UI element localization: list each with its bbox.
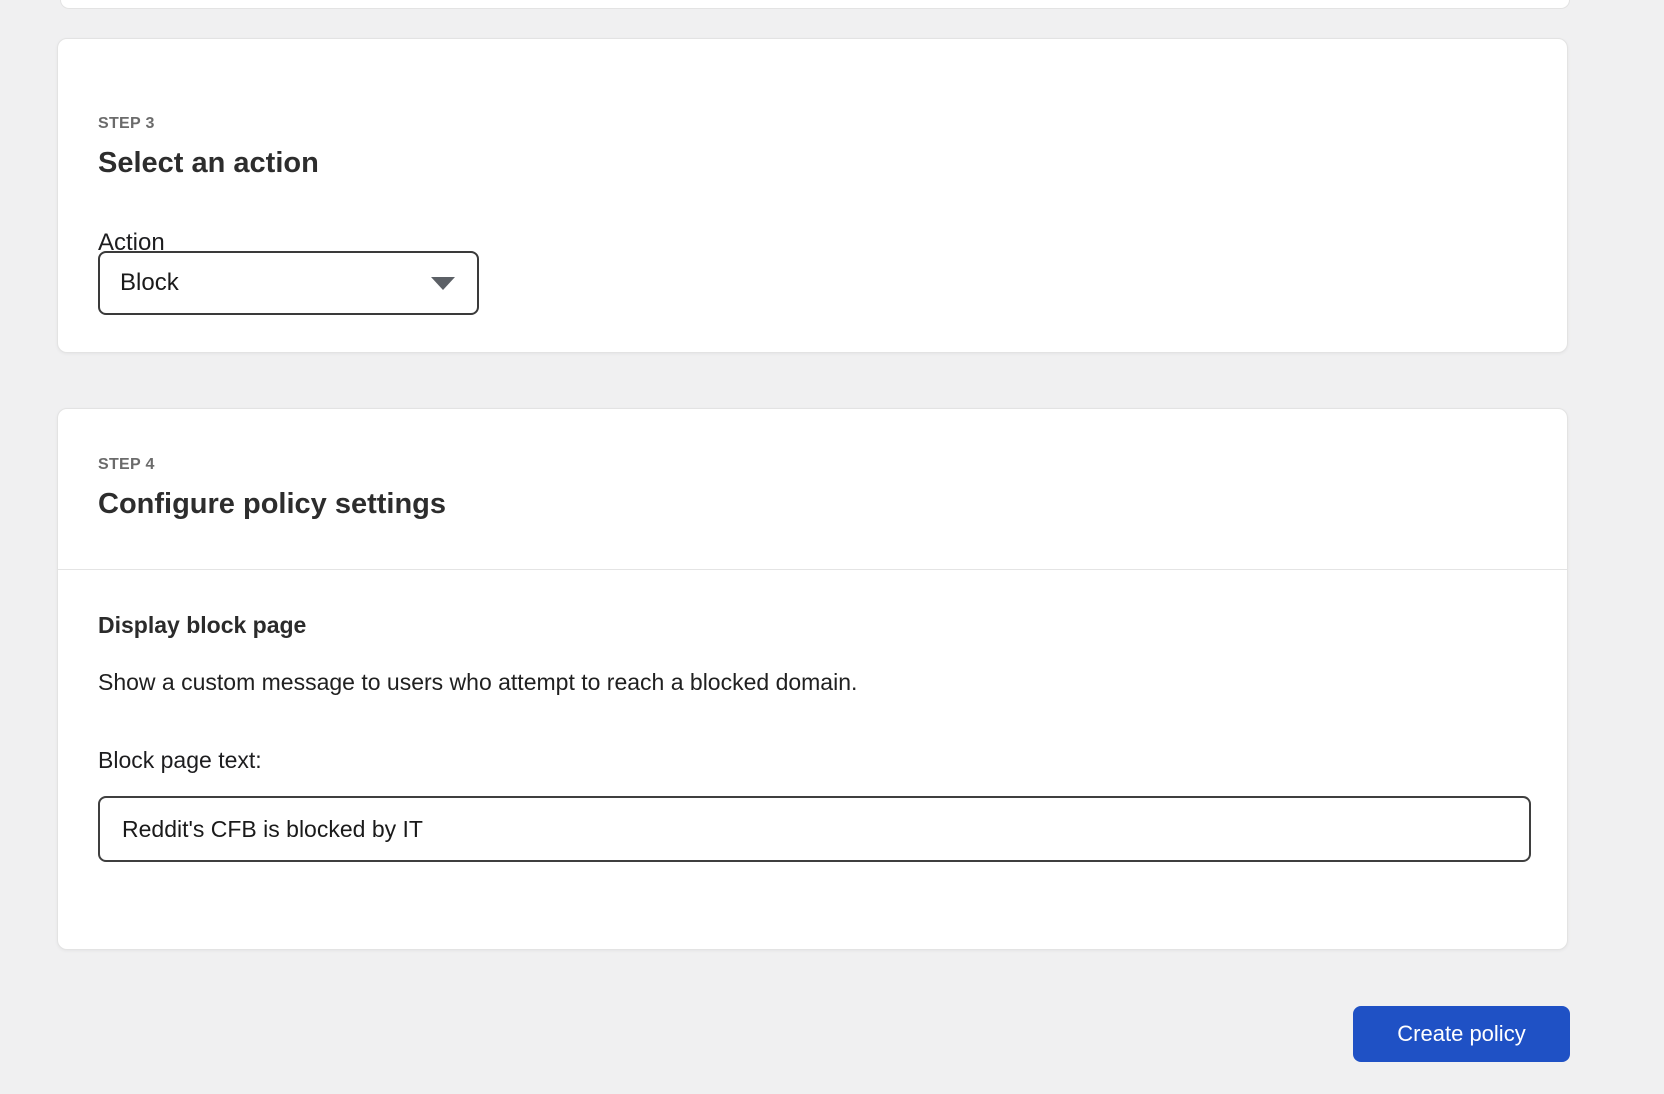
- display-block-page-heading: Display block page: [98, 612, 307, 638]
- create-policy-button[interactable]: Create policy: [1353, 1006, 1570, 1062]
- card-header-divider: [58, 569, 1567, 570]
- step4-title: Configure policy settings: [98, 488, 447, 520]
- step4-label: STEP 4: [98, 456, 155, 473]
- page: STEP 3 Select an action Action Block STE…: [0, 0, 1664, 1094]
- step3-card: STEP 3 Select an action Action Block: [57, 38, 1568, 353]
- block-page-text-input[interactable]: [98, 796, 1531, 862]
- chevron-down-icon: [431, 276, 455, 290]
- display-block-page-description: Show a custom message to users who attem…: [98, 669, 858, 695]
- action-select[interactable]: Block: [98, 251, 479, 315]
- previous-card-bottom-edge: [60, 0, 1570, 9]
- step3-label: STEP 3: [98, 115, 155, 132]
- action-select-value: Block: [120, 269, 179, 296]
- step3-title: Select an action: [98, 147, 319, 179]
- block-page-text-label: Block page text:: [98, 747, 262, 773]
- step4-card: STEP 4 Configure policy settings Display…: [57, 408, 1568, 950]
